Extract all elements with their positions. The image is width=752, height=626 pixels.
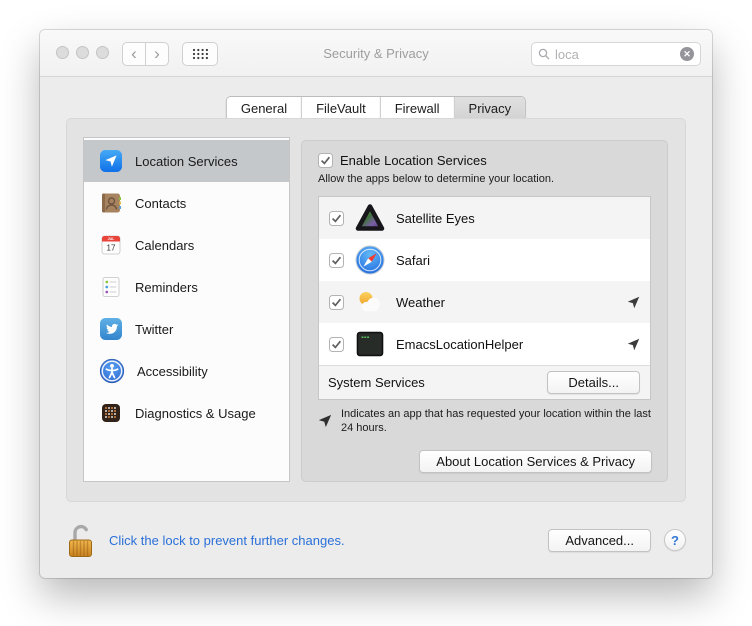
footnote-text: Indicates an app that has requested your… [341, 407, 654, 435]
app-row-safari: Safari [319, 239, 650, 281]
app-row-emacslocationhelper: EmacsLocationHelper [319, 323, 650, 365]
app-checkbox[interactable] [329, 211, 344, 226]
lock-icon[interactable] [66, 521, 96, 559]
panel-subtitle: Allow the apps below to determine your l… [318, 173, 667, 185]
search-text: loca [555, 47, 579, 62]
location-arrow-icon [99, 149, 123, 173]
app-row-satellite-eyes: Satellite Eyes [319, 197, 650, 239]
footnote-location-arrow-icon [318, 414, 332, 428]
terminal-icon [354, 328, 386, 360]
tab-general[interactable]: General [227, 97, 301, 120]
sidebar-item-twitter[interactable]: Twitter [84, 308, 289, 350]
recent-location-arrow-icon [627, 296, 640, 309]
search-icon [538, 48, 550, 60]
zoom-button[interactable] [96, 46, 109, 59]
tab-privacy[interactable]: Privacy [454, 97, 526, 120]
lock-message: Click the lock to prevent further change… [109, 533, 345, 548]
enable-location-checkbox[interactable] [318, 153, 333, 168]
question-mark-icon: ? [671, 533, 679, 548]
apps-list: Satellite Eyes Safari [318, 196, 651, 400]
calendar-month-label: JUL [108, 237, 116, 241]
enable-location-row: Enable Location Services [318, 153, 667, 168]
diagnostics-grid-icon [99, 401, 123, 425]
details-button[interactable]: Details... [547, 371, 640, 394]
show-all-button[interactable] [182, 42, 218, 66]
safari-compass-icon [354, 244, 386, 276]
contacts-book-icon [99, 191, 123, 215]
sidebar-item-label: Location Services [135, 154, 238, 169]
sidebar-item-label: Reminders [135, 280, 198, 295]
help-button[interactable]: ? [664, 529, 686, 551]
weather-sun-cloud-icon [354, 286, 386, 318]
sidebar-item-location-services[interactable]: Location Services [84, 140, 289, 182]
sidebar-item-diagnostics[interactable]: Diagnostics & Usage [84, 392, 289, 434]
sidebar-item-contacts[interactable]: Contacts [84, 182, 289, 224]
sidebar-item-label: Twitter [135, 322, 173, 337]
sidebar-item-label: Contacts [135, 196, 186, 211]
app-name: Satellite Eyes [396, 211, 475, 226]
sidebar-item-accessibility[interactable]: Accessibility [84, 350, 289, 392]
back-button[interactable]: ‹ [122, 42, 146, 66]
location-services-panel: Enable Location Services Allow the apps … [301, 140, 668, 482]
sidebar-item-label: Accessibility [137, 364, 208, 379]
footer-bar: Click the lock to prevent further change… [40, 502, 712, 578]
recent-location-arrow-icon [627, 338, 640, 351]
app-name: EmacsLocationHelper [396, 337, 523, 352]
clear-search-button[interactable]: ✕ [680, 47, 694, 61]
privacy-sidebar: Location Services Contacts [83, 137, 290, 482]
enable-location-label: Enable Location Services [340, 153, 487, 168]
app-row-weather: Weather [319, 281, 650, 323]
app-name: Safari [396, 253, 430, 268]
about-location-services-button[interactable]: About Location Services & Privacy [419, 450, 652, 473]
app-name: Weather [396, 295, 445, 310]
accessibility-figure-icon [99, 358, 125, 384]
calendar-day-label: 17 [107, 244, 116, 253]
search-input[interactable]: loca ✕ [531, 42, 701, 66]
close-button[interactable] [56, 46, 69, 59]
app-checkbox[interactable] [329, 337, 344, 352]
twitter-bird-icon [99, 317, 123, 341]
grid-icon [192, 48, 209, 60]
satellite-eyes-icon [354, 202, 386, 234]
advanced-button[interactable]: Advanced... [548, 529, 651, 552]
calendar-icon: JUL 17 [99, 233, 123, 257]
minimize-button[interactable] [76, 46, 89, 59]
reminders-list-icon [99, 275, 123, 299]
system-services-row: System Services Details... [319, 365, 650, 399]
chevron-left-icon: ‹ [131, 44, 137, 63]
sidebar-item-reminders[interactable]: Reminders [84, 266, 289, 308]
system-services-label: System Services [328, 375, 425, 390]
app-checkbox[interactable] [329, 295, 344, 310]
privacy-pane: Location Services Contacts [66, 118, 686, 502]
nav-buttons: ‹ › [122, 42, 169, 66]
traffic-lights [56, 46, 109, 59]
sidebar-item-label: Calendars [135, 238, 194, 253]
tab-filevault[interactable]: FileVault [301, 97, 380, 120]
recent-location-footnote: Indicates an app that has requested your… [318, 407, 654, 435]
security-privacy-window: ‹ › Security & Privacy loca ✕ [40, 30, 712, 578]
clear-icon: ✕ [683, 49, 691, 59]
sidebar-item-calendars[interactable]: JUL 17 Calendars [84, 224, 289, 266]
tab-firewall[interactable]: Firewall [380, 97, 454, 120]
app-checkbox[interactable] [329, 253, 344, 268]
sidebar-item-label: Diagnostics & Usage [135, 406, 256, 421]
chevron-right-icon: › [154, 44, 160, 63]
forward-button[interactable]: › [145, 42, 169, 66]
titlebar: ‹ › Security & Privacy loca ✕ [40, 30, 712, 77]
